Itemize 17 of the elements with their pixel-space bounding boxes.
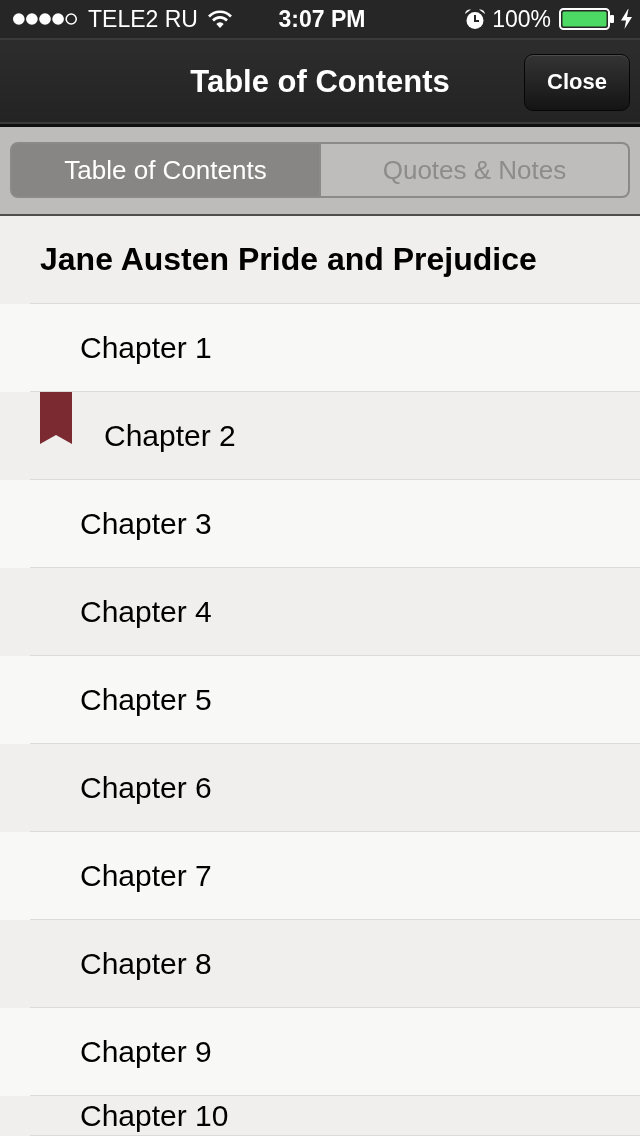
signal-strength-icon (12, 12, 78, 26)
chapter-row[interactable]: Chapter 8 (0, 920, 640, 1008)
charging-bolt-icon (621, 9, 632, 29)
wifi-icon (207, 10, 232, 28)
battery-icon (559, 8, 615, 30)
book-title: Jane Austen Pride and Prejudice (0, 216, 640, 304)
battery-percent: 100% (492, 7, 551, 31)
close-button[interactable]: Close (524, 53, 630, 111)
nav-title: Table of Contents (190, 64, 450, 100)
chapter-row[interactable]: Chapter 2 (0, 392, 640, 480)
carrier-name: TELE2 RU (88, 7, 198, 31)
chapter-row[interactable]: Chapter 10 (0, 1096, 640, 1136)
segment-tab[interactable]: Table of Contents (10, 142, 321, 198)
chapter-row[interactable]: Chapter 4 (0, 568, 640, 656)
alarm-clock-icon (464, 8, 487, 30)
chapter-row[interactable]: Chapter 6 (0, 744, 640, 832)
status-time: 3:07 PM (278, 7, 366, 31)
